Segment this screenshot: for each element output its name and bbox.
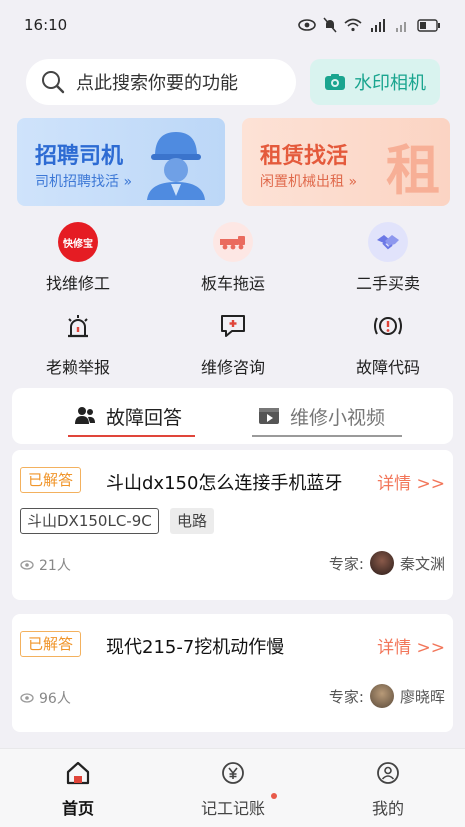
debtor-report-item[interactable]: 老赖举报: [18, 306, 138, 378]
chat-plus-icon: [213, 306, 253, 346]
model-tag: 斗山DX150LC-9C: [20, 508, 159, 534]
avatar: [369, 551, 394, 575]
second-hand-item[interactable]: 二手买卖: [328, 222, 448, 294]
rent-work-banner[interactable]: 租 租赁找活 闲置机械出租 »: [242, 118, 450, 206]
truck-icon: [213, 222, 253, 262]
question-title: 斗山dx150怎么连接手机蓝牙: [106, 473, 343, 494]
camera-icon: [325, 74, 345, 90]
expert-name: 廖晓晖: [399, 687, 445, 706]
content-tabs: 故障回答 维修小视频: [12, 388, 453, 444]
signal-icon: [371, 19, 385, 32]
nav-mine-label: 我的: [371, 799, 404, 818]
search-input[interactable]: 点此搜索你要的功能: [26, 59, 296, 105]
yen-icon: [222, 762, 244, 784]
handshake-icon: [368, 222, 408, 262]
expert-name: 秦文渊: [399, 554, 445, 573]
fault-code-label: 故障代码: [355, 358, 420, 377]
watermark-camera-button[interactable]: 水印相机: [310, 59, 440, 105]
rent-banner-subtitle: 闲置机械出租 »: [260, 174, 358, 190]
nav-work-account-label: 记工记账: [200, 799, 265, 818]
active-tab-underline: [68, 435, 195, 437]
find-repairman-label: 找维修工: [45, 274, 110, 293]
view-count-text: 96人: [39, 691, 71, 707]
alarm-icon: [58, 306, 98, 346]
search-icon: [42, 71, 65, 94]
rent-banner-art: 租: [386, 138, 440, 202]
nav-home[interactable]: 首页: [28, 761, 128, 819]
trailer-transport-item[interactable]: 板车拖运: [173, 222, 293, 294]
fault-code-item[interactable]: 故障代码: [328, 306, 448, 378]
eye-icon: [20, 693, 34, 703]
nav-home-label: 首页: [61, 799, 94, 818]
search-row: 点此搜索你要的功能 水印相机: [26, 58, 440, 106]
find-repairman-item[interactable]: 快修宝 找维修工: [18, 222, 138, 294]
status-badge: 已解答: [20, 631, 82, 657]
tab-fault-answers-label: 故障回答: [106, 406, 183, 429]
second-hand-label: 二手买卖: [355, 274, 420, 293]
category-tag: 电路: [170, 508, 215, 534]
inactive-tab-underline: [252, 435, 402, 437]
wifi-icon: [344, 18, 362, 32]
home-icon: [66, 761, 90, 785]
status-bar: 16:10: [0, 0, 465, 50]
notification-dot: [271, 793, 277, 799]
worker-helmet-icon: [147, 132, 205, 200]
question-card[interactable]: 已解答 现代215-7挖机动作慢 详情 >> 96人 专家: 廖晓晖: [12, 614, 453, 732]
rent-banner-title: 租赁找活: [260, 144, 349, 169]
expert-info[interactable]: 专家: 廖晓晖: [329, 684, 445, 708]
tab-repair-videos-label: 维修小视频: [290, 406, 386, 429]
user-icon: [377, 762, 399, 784]
repair-consult-label: 维修咨询: [200, 358, 265, 377]
users-icon: [75, 407, 95, 424]
detail-link[interactable]: 详情 >>: [377, 633, 445, 658]
signal-2-icon: [396, 22, 406, 32]
view-count: 96人: [20, 688, 71, 708]
trailer-transport-label: 板车拖运: [200, 274, 265, 293]
nav-mine[interactable]: 我的: [338, 761, 438, 819]
status-icons: [298, 17, 441, 33]
repair-consult-item[interactable]: 维修咨询: [173, 306, 293, 378]
status-badge: 已解答: [20, 467, 82, 493]
question-title: 现代215-7挖机动作慢: [106, 637, 285, 658]
driver-recruit-banner[interactable]: 招聘司机 司机招聘找活 »: [17, 118, 225, 206]
avatar: [369, 684, 394, 708]
view-count-text: 21人: [39, 558, 71, 574]
question-card[interactable]: 已解答 斗山dx150怎么连接手机蓝牙 详情 >> 斗山DX150LC-9C 电…: [12, 450, 453, 600]
fault-code-icon: [368, 306, 408, 346]
expert-label: 专家:: [328, 554, 364, 573]
status-time: 16:10: [24, 16, 68, 34]
battery-icon: [417, 18, 440, 32]
driver-banner-title: 招聘司机: [35, 144, 124, 169]
search-placeholder: 点此搜索你要的功能: [76, 73, 238, 94]
eye-icon: [20, 560, 34, 570]
detail-link[interactable]: 详情 >>: [377, 469, 445, 494]
bottom-nav: 首页 记工记账 我的: [0, 748, 465, 827]
expert-info[interactable]: 专家: 秦文渊: [329, 551, 445, 575]
watermark-camera-label: 水印相机: [354, 73, 426, 94]
expert-label: 专家:: [328, 687, 364, 706]
debtor-report-label: 老赖举报: [45, 358, 110, 377]
driver-banner-subtitle: 司机招聘找活 »: [35, 174, 133, 190]
video-icon: [259, 408, 279, 424]
nav-work-account[interactable]: 记工记账: [183, 761, 283, 819]
kuaixiubao-logo: 快修宝: [58, 222, 98, 262]
eye-icon: [298, 19, 316, 31]
mute-bell-icon: [323, 17, 337, 33]
view-count: 21人: [20, 555, 71, 575]
